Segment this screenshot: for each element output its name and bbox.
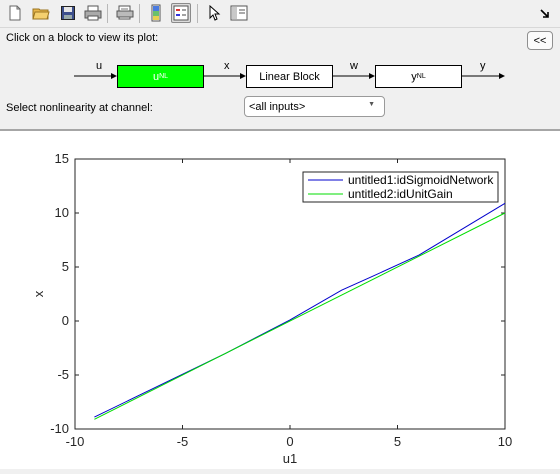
channel-dropdown-value: <all inputs> (249, 100, 306, 113)
chevron-down-icon: ▼ (368, 101, 375, 108)
y-tick-label: 5 (62, 259, 69, 274)
input-nonlinearity-block[interactable]: u NL (117, 65, 204, 88)
y-tick-label: 10 (55, 205, 69, 220)
channel-label: Select nonlinearity at channel: (6, 102, 153, 114)
toolbar (0, 0, 560, 28)
block-diagram-panel: Click on a block to view its plot: << u … (0, 28, 560, 130)
toolbar-separator (197, 4, 198, 23)
dock-icon[interactable] (535, 3, 555, 23)
toolbar-separator (107, 4, 108, 23)
print-icon[interactable] (83, 3, 103, 23)
linear-block[interactable]: Linear Block (246, 65, 333, 88)
x-tick-label: -10 (66, 434, 85, 449)
y-tick-label: -5 (57, 367, 69, 382)
toolbar-separator (139, 4, 140, 23)
print-preview-icon[interactable] (115, 3, 135, 23)
y-axis-label: x (31, 290, 46, 297)
plot-panel: -10 -5 0 5 10 -10 -5 0 5 10 15 u1 x untitled1:idSigmo… (0, 131, 560, 469)
save-icon[interactable] (58, 3, 78, 23)
signal-w: w (350, 60, 358, 72)
legend-entry-2: untitled2:idUnitGain (348, 187, 453, 201)
input-block-subscript: NL (159, 73, 169, 80)
linear-block-label: Linear Block (259, 70, 320, 83)
channel-dropdown[interactable]: <all inputs> ▼ (244, 96, 385, 117)
y-tick-label: -10 (50, 421, 69, 436)
output-block-subscript: NL (416, 73, 426, 80)
x-tick-label: 10 (498, 434, 512, 449)
nonlinearity-plot[interactable]: -10 -5 0 5 10 -10 -5 0 5 10 15 u1 x untitled1:idSigmo… (0, 131, 560, 469)
x-tick-label: -5 (177, 434, 189, 449)
y-tick-label: 0 (62, 313, 69, 328)
output-nonlinearity-block[interactable]: y NL (375, 65, 462, 88)
legend-entry-1: untitled1:idSigmoidNetwork (348, 173, 494, 187)
legend-icon[interactable] (171, 3, 191, 23)
signal-u: u (96, 60, 103, 72)
signal-x: x (224, 60, 230, 72)
x-tick-label: 5 (394, 434, 401, 449)
open-folder-icon[interactable] (31, 3, 51, 23)
new-file-icon[interactable] (5, 3, 25, 23)
y-tick-label: 15 (55, 151, 69, 166)
pointer-icon[interactable] (204, 3, 224, 23)
plot-tools-icon[interactable] (229, 3, 249, 23)
x-tick-label: 0 (286, 434, 293, 449)
colorbar-icon[interactable] (146, 3, 166, 23)
signal-y: y (480, 60, 486, 72)
x-axis-label: u1 (283, 451, 297, 466)
